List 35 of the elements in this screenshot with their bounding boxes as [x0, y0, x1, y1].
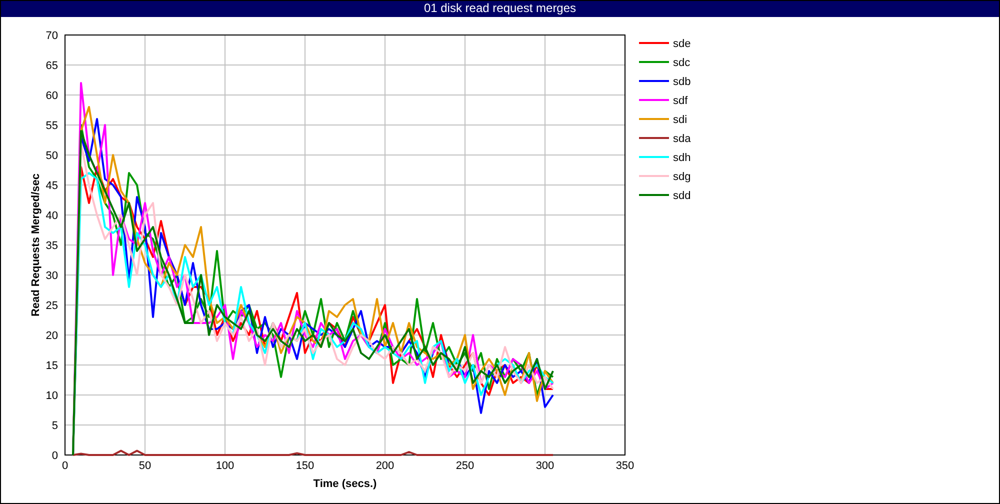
y-tick-label: 65	[46, 60, 58, 72]
legend-label: sdg	[673, 171, 691, 183]
y-tick-label: 15	[46, 360, 58, 372]
x-tick-label: 50	[138, 460, 152, 472]
legend-label: sda	[673, 133, 691, 145]
x-tick-label: 100	[216, 460, 234, 472]
y-tick-label: 50	[46, 150, 58, 162]
legend-label: sdi	[673, 114, 688, 126]
y-tick-label: 55	[46, 120, 58, 132]
legend-label: sdh	[673, 152, 691, 164]
x-tick-label: 250	[456, 460, 474, 472]
y-tick-label: 40	[46, 210, 58, 222]
y-tick-label: 45	[46, 180, 58, 192]
x-tick-label: 350	[616, 460, 634, 472]
x-tick-label: 200	[376, 460, 394, 472]
legend-label: sde	[673, 38, 691, 50]
window-title: 01 disk read request merges	[1, 1, 999, 17]
y-tick-label: 10	[46, 390, 58, 402]
y-tick-label: 60	[46, 90, 58, 102]
legend-label: sdf	[673, 95, 688, 107]
x-tick-label: 150	[296, 460, 314, 472]
y-tick-label: 70	[46, 30, 58, 42]
y-tick-label: 25	[46, 300, 58, 312]
y-tick-label: 20	[46, 330, 58, 342]
y-tick-label: 5	[52, 420, 58, 432]
legend-label: sdd	[673, 190, 691, 202]
y-tick-label: 35	[46, 240, 58, 252]
legend-label: sdb	[673, 76, 691, 88]
x-tick-label: 300	[536, 460, 554, 472]
legend-label: sdc	[673, 57, 690, 69]
x-tick-label: 0	[62, 460, 68, 472]
y-tick-label: 30	[46, 270, 58, 282]
y-axis-title: Read Requests Merged/sec	[30, 173, 42, 317]
x-axis-title: Time (secs.)	[313, 478, 377, 490]
y-tick-label: 0	[52, 450, 58, 462]
